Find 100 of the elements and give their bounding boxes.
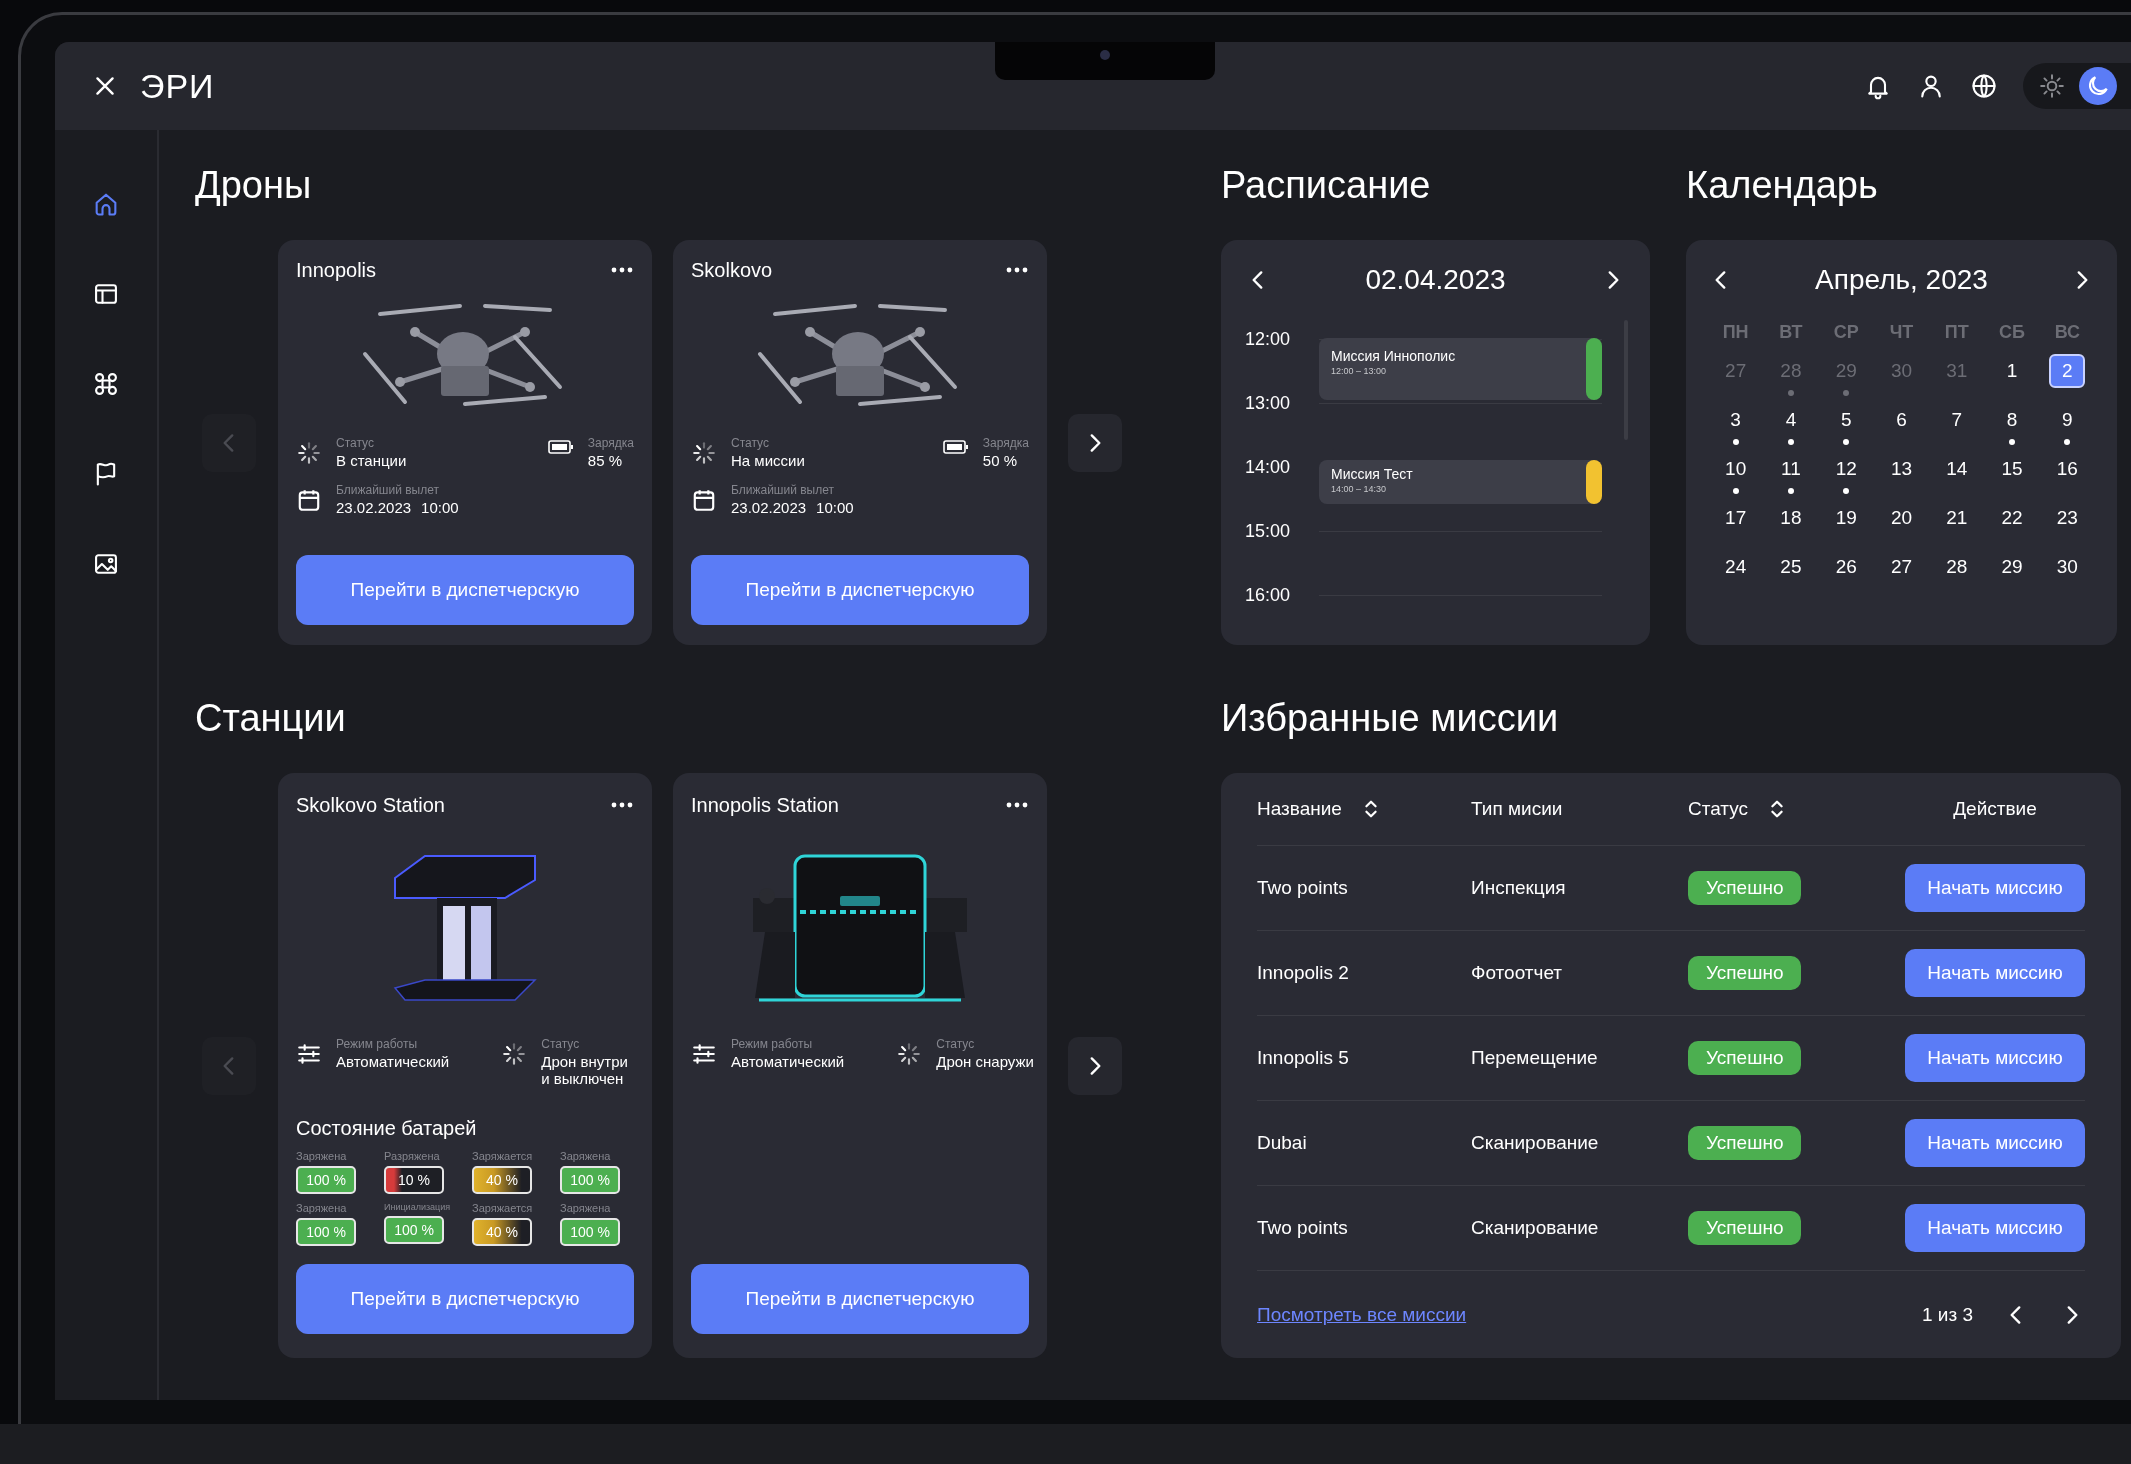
status-badge: Успешно [1688,1041,1802,1075]
next-button[interactable] [1068,1036,1122,1095]
calendar-day[interactable]: 18 [1772,501,1809,535]
next-button[interactable] [1068,413,1122,472]
calendar-day[interactable]: 7 [1938,403,1975,437]
calendar-day[interactable]: 24 [1717,550,1754,584]
calendar-day[interactable]: 17 [1717,501,1754,535]
battery-label: Инициализация [384,1202,451,1212]
event-title: Миссия Иннополис [1331,348,1457,364]
start-mission-button[interactable]: Начать миссию [1905,1034,2085,1082]
calendar-day[interactable]: 13 [1883,452,1920,486]
calendar-day[interactable]: 21 [1938,501,1975,535]
view-all-link[interactable]: Посмотреть все миссии [1257,1303,1467,1326]
calendar-day[interactable]: 26 [1828,550,1865,584]
status-badge: Успешно [1688,956,1802,990]
calendar-day[interactable]: 30 [2049,550,2086,584]
battery-label: Заряжена [296,1150,347,1162]
battery-label: Заряжается [472,1202,533,1214]
start-mission-button[interactable]: Начать миссию [1905,1119,2085,1167]
charge-value: 85 % [587,452,624,469]
schedule-event[interactable]: Миссия Иннополис 12:00 – 13:00 [1319,338,1602,400]
start-mission-button[interactable]: Начать миссию [1905,1204,2085,1252]
mission-type: Сканирование [1471,1217,1600,1239]
calendar-day[interactable]: 19 [1828,501,1865,535]
calendar-day[interactable]: 11 [1772,452,1809,486]
dispatch-button[interactable]: Перейти в диспетчерскую [296,1264,634,1334]
status-value: Дрон снаружи [936,1053,1034,1070]
dispatch-button[interactable]: Перейти в диспетчерскую [296,555,634,625]
sliders-icon [296,1041,322,1067]
dispatch-button[interactable]: Перейти в диспетчерскую [691,1264,1029,1334]
calendar-day[interactable]: 2 [2049,354,2086,388]
battery-level: 100 % [296,1166,356,1194]
mission-type: Перемещение [1471,1047,1599,1069]
calendar-day[interactable]: 16 [2049,452,2086,486]
calendar-day[interactable]: 8 [1994,403,2031,437]
hour-label: 16:00 [1245,584,1292,607]
start-mission-button[interactable]: Начать миссию [1905,949,2085,997]
calendar-day[interactable]: 20 [1883,501,1920,535]
mode-label: Режим работы [336,1037,419,1051]
spinner-icon [691,440,717,466]
mission-name: Dubai [1257,1132,1308,1154]
section-title: Станции [195,696,347,741]
drone-name: Innopolis [296,258,377,282]
weekday-label: СБ [1998,322,2027,344]
calendar-day[interactable]: 5 [1828,403,1865,437]
page-indicator: 1 из 3 [1921,1303,1973,1326]
status-value: В станции [336,452,407,469]
calendar-day[interactable]: 15 [1994,452,2031,486]
calendar-day[interactable]: 29 [1994,550,2031,584]
column-header[interactable]: Название [1257,798,1342,820]
calendar-day[interactable]: 23 [2049,501,2086,535]
schedule-event[interactable]: Миссия Тест 14:00 – 14:30 [1319,460,1602,504]
section-title: Дроны [195,163,313,208]
calendar-day[interactable]: 10 [1717,452,1754,486]
calendar-day[interactable]: 27 [1883,550,1920,584]
calendar-day[interactable]: 3 [1717,403,1754,437]
theme-toggle[interactable] [2023,63,2131,109]
sun-icon[interactable] [2039,73,2065,99]
start-mission-button[interactable]: Начать миссию [1905,864,2085,912]
drone-icon[interactable] [92,370,120,398]
calendar-day[interactable]: 6 [1883,403,1920,437]
weekday-label: ВС [2053,322,2081,344]
column-header: Действие [1953,798,2037,820]
status-label: Статус [936,1037,976,1051]
battery-label: Заряжена [560,1150,611,1162]
more-options-icon[interactable] [610,266,634,274]
weekday-label: ЧТ [1888,322,1915,344]
column-header[interactable]: Статус [1688,798,1749,820]
station-name: Skolkovo Station [296,793,445,817]
more-options-icon[interactable] [1005,801,1029,809]
event-time: 12:00 – 13:00 [1331,366,1388,376]
battery-level: 100 % [296,1218,356,1246]
status-badge: Успешно [1688,1126,1802,1160]
battery-icon [942,440,969,454]
calendar-day[interactable]: 4 [1772,403,1809,437]
calendar-day[interactable]: 1 [1994,354,2031,388]
departure-label: Ближайший вылет [731,483,835,497]
departure-time: 10:00 [421,499,459,516]
more-options-icon[interactable] [1005,266,1029,274]
calendar-month: Апрель, 2023 [1815,264,1988,296]
calendar-day[interactable]: 25 [1772,550,1809,584]
battery-label: Заряжена [296,1202,347,1214]
hour-label: 14:00 [1245,456,1292,479]
calendar-day[interactable]: 9 [2049,403,2086,437]
mission-name: Two points [1257,1217,1349,1239]
column-header: Тип мисии [1471,798,1563,820]
app-logo: ЭРИ [140,66,215,106]
section-title: Календарь [1686,163,1879,208]
calendar-day[interactable]: 14 [1938,452,1975,486]
battery-level: 10 % [384,1166,444,1194]
dispatch-button[interactable]: Перейти в диспетчерскую [691,555,1029,625]
mission-type: Фотоотчет [1471,962,1564,984]
calendar-icon [296,487,322,513]
more-options-icon[interactable] [610,801,634,809]
spinner-icon [896,1041,923,1067]
battery-label: Заряжена [560,1202,611,1214]
calendar-day[interactable]: 22 [1994,501,2031,535]
calendar-day[interactable]: 28 [1938,550,1975,584]
globe-icon[interactable] [1970,72,1998,100]
calendar-day[interactable]: 12 [1828,452,1865,486]
